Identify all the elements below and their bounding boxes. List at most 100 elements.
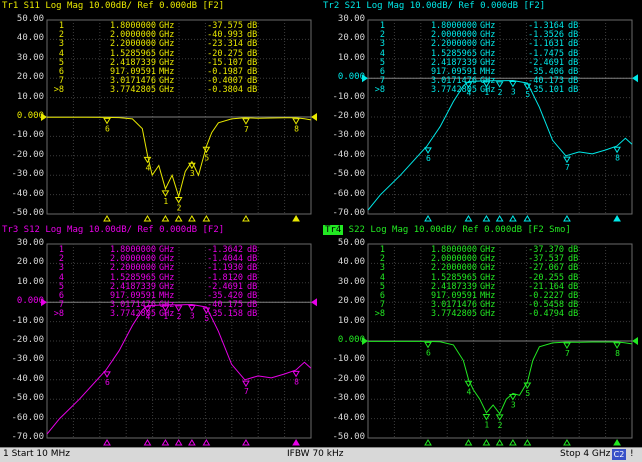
marker-label: 3 (511, 401, 516, 410)
stimulus-marker-icon (292, 439, 300, 446)
trace-header-text: Tr1 S11 Log Mag 10.00dB/ Ref 0.000dB [F2… (2, 1, 225, 11)
vna-screen: 1 2 3 4 5 6 7 8 Tr1 S11 Log Mag 10.00dB/ Ref 0.0… (0, 0, 642, 447)
marker-id: >8 (53, 85, 64, 96)
status-ifbw: IFBW 70 kHz (287, 449, 344, 459)
trace-header[interactable]: Tr4 S22 Log Mag 10.00dB/ Ref 0.000dB [F2… (323, 225, 571, 235)
marker-label: 8 (294, 377, 299, 386)
y-axis-label: 30.00 (16, 238, 44, 248)
marker-value-unit: dB (247, 85, 258, 96)
y-axis-label: 50.00 (337, 238, 365, 248)
y-axis-label: 0.000 (337, 72, 365, 83)
marker-label: 7 (244, 125, 249, 134)
y-axis-label: -20.00 (332, 373, 365, 384)
y-axis-label: -30.00 (332, 130, 365, 141)
marker-label: 5 (204, 153, 209, 162)
channel-indicator[interactable]: C2 (612, 449, 626, 460)
trace-header[interactable]: Tr3 S12 Log Mag 10.00dB/ Ref 0.000dB [F2… (2, 225, 224, 235)
y-axis-label: -10.00 (332, 91, 365, 102)
stimulus-marker-icon (143, 439, 152, 446)
marker-row[interactable]: >8 3.7742805 GHz -35.158 dB (52, 309, 258, 320)
stimulus-marker-icon (464, 439, 473, 446)
status-start: 1 Start 10 MHz (3, 449, 71, 459)
marker-label: 4 (145, 163, 150, 172)
marker-label: 8 (615, 349, 620, 358)
y-axis-label: -40.00 (332, 412, 365, 423)
stimulus-marker-icon (103, 439, 111, 446)
stimulus-marker-icon (161, 439, 170, 446)
marker-frequency: 3.7742805 (430, 309, 477, 320)
marker-value: -35.158 (207, 309, 243, 320)
trace-header[interactable]: Tr1 S11 Log Mag 10.00dB/ Ref 0.000dB [F2… (2, 1, 224, 11)
stimulus-marker-icon (495, 439, 504, 446)
trace-header[interactable]: Tr2 S21 Log Mag 10.00dB/ Ref 0.000dB [F2… (323, 1, 545, 11)
stimulus-marker-icon (242, 215, 250, 222)
stimulus-marker-icon (174, 215, 183, 222)
y-axis-label: -30.00 (11, 354, 44, 365)
stimulus-marker-icon (523, 439, 532, 446)
marker-label: 3 (190, 169, 195, 178)
stimulus-marker-icon (188, 215, 196, 222)
y-axis-label: -30.00 (332, 393, 365, 404)
trace-pane-tr4[interactable]: 1 2 3 4 5 6 7 8 Tr4 S22 Log Mag 10.00dB/ Ref 0.0… (321, 224, 642, 447)
marker-label: 1 (163, 197, 168, 206)
y-axis-label: -10.00 (11, 130, 44, 141)
y-axis-label: -70.00 (332, 208, 365, 218)
y-axis-label: 20.00 (16, 72, 44, 83)
stimulus-marker-icon (161, 215, 170, 222)
y-axis-label: -10.00 (332, 354, 365, 365)
marker-label: 6 (105, 124, 110, 133)
active-trace-badge[interactable]: Tr4 (323, 225, 344, 235)
stimulus-marker-icon (242, 439, 250, 446)
marker-row[interactable]: >8 3.7742805 GHz -0.3804 dB (52, 85, 258, 96)
marker-label: 6 (105, 378, 110, 387)
marker-value-unit: dB (568, 85, 579, 96)
y-axis-label: -70.00 (11, 432, 44, 442)
y-axis-label: 10.00 (337, 315, 365, 326)
stimulus-marker-icon (509, 215, 517, 222)
y-axis-label: 10.00 (16, 276, 44, 287)
marker-unit: GHz (480, 309, 496, 320)
y-axis-label: 40.00 (16, 33, 44, 44)
trace-pane-tr1[interactable]: 1 2 3 4 5 6 7 8 Tr1 S11 Log Mag 10.00dB/ Ref 0.0… (0, 0, 321, 223)
marker-label: 6 (426, 154, 431, 163)
ref-arrow-right-icon (311, 113, 317, 121)
y-axis-label: 0.000 (337, 335, 365, 345)
marker-table: 1 1.8000000 GHz -1.3164 dB 2 2.0000000 GHz -1.35… (373, 21, 579, 96)
trace-header-text: Tr3 S12 Log Mag 10.00dB/ Ref 0.000dB [F2… (2, 225, 225, 235)
stimulus-marker-icon (143, 215, 152, 222)
marker-value-unit: dB (568, 309, 579, 320)
marker-id: >8 (374, 85, 385, 96)
trace-pane-tr3[interactable]: 1 2 3 4 5 6 7 8 Tr3 S12 Log Mag 10.00dB/ Ref 0.0… (0, 224, 321, 447)
ref-arrow-right-icon (632, 337, 638, 345)
stimulus-marker-icon (482, 439, 491, 446)
stimulus-marker-icon (613, 215, 621, 222)
y-axis-label: -40.00 (11, 188, 44, 199)
marker-label: 4 (466, 387, 471, 396)
marker-value: -0.4794 (528, 309, 564, 320)
marker-label: 7 (244, 387, 249, 396)
marker-label: 2 (498, 421, 503, 430)
stimulus-marker-icon (523, 215, 532, 222)
marker-label: 5 (525, 389, 530, 398)
trace-header-text: Tr2 S21 Log Mag 10.00dB/ Ref 0.000dB [F2… (323, 1, 546, 11)
trace-pane-tr2[interactable]: 1 2 3 4 5 6 7 8 Tr2 S21 Log Mag 10.00dB/ Ref 0.0… (321, 0, 642, 223)
stimulus-marker-icon (464, 215, 473, 222)
stimulus-marker-icon (563, 439, 571, 446)
stimulus-marker-icon (292, 215, 300, 222)
y-axis-label: 0.000 (16, 296, 44, 307)
marker-row[interactable]: >8 3.7742805 GHz -0.4794 dB (373, 309, 579, 320)
stimulus-marker-icon (509, 439, 517, 446)
y-axis-label: -50.00 (332, 169, 365, 180)
y-axis-label: -40.00 (11, 373, 44, 384)
y-axis-label: -40.00 (332, 149, 365, 160)
marker-id: >8 (374, 309, 385, 320)
marker-label: 8 (294, 125, 299, 134)
marker-label: 7 (565, 163, 570, 172)
stimulus-marker-icon (424, 215, 432, 222)
marker-row[interactable]: >8 3.7742805 GHz -35.101 dB (373, 85, 579, 96)
y-axis-label: -60.00 (332, 188, 365, 199)
stimulus-marker-icon (495, 215, 504, 222)
stimulus-marker-icon (202, 215, 211, 222)
warning-indicator[interactable]: ! (630, 449, 638, 460)
trace-header-text: S22 Log Mag 10.00dB/ Ref 0.000dB [F2 Smo… (343, 225, 571, 235)
